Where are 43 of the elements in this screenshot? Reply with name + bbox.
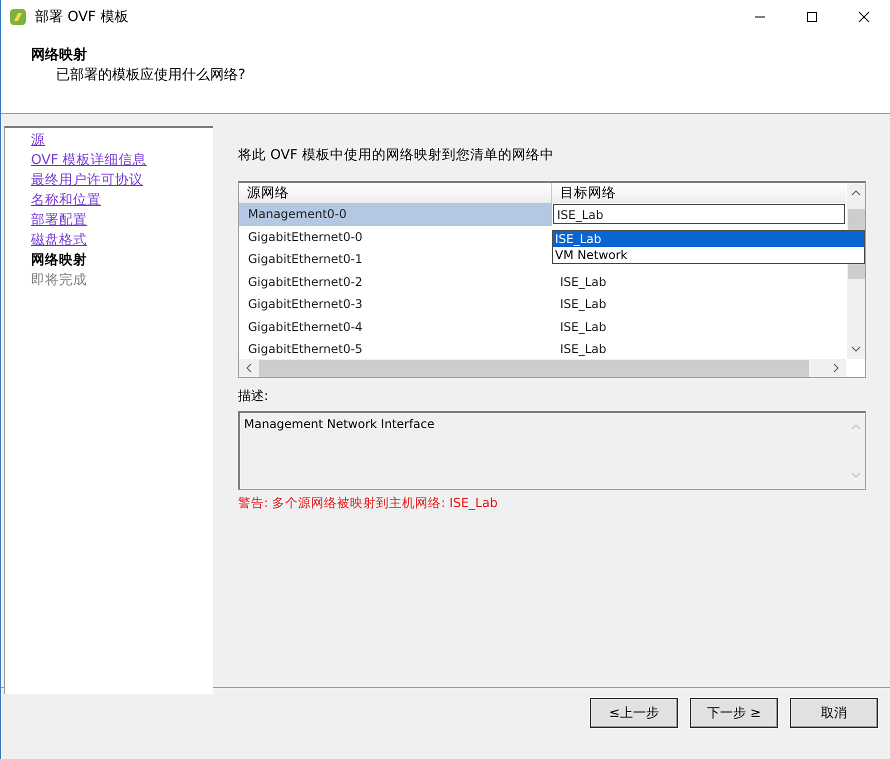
step-link[interactable]: 最终用户许可协议 xyxy=(31,170,143,190)
instruction-text: 将此 OVF 模板中使用的网络映射到您清单的网络中 xyxy=(238,146,555,164)
scroll-up-icon xyxy=(851,189,861,197)
wizard-button[interactable]: 取消 xyxy=(790,698,878,728)
dropdown-option[interactable]: VM Network xyxy=(553,247,864,263)
step-link[interactable]: 名称和位置 xyxy=(31,190,101,210)
table-cell[interactable]: GigabitEthernet0-0 xyxy=(239,226,552,248)
step-link[interactable]: 磁盘格式 xyxy=(31,230,87,250)
table-cell[interactable]: ISE_Lab xyxy=(552,270,846,293)
scroll-right-icon xyxy=(832,363,840,373)
table-cell[interactable]: ISE_Lab xyxy=(552,293,846,316)
scroll-down-icon xyxy=(851,471,861,479)
horizontal-scrollbar[interactable] xyxy=(239,359,846,377)
scroll-down-icon xyxy=(851,345,861,353)
table-cell[interactable]: GigabitEthernet0-4 xyxy=(239,316,552,338)
pending-step: 即将完成 xyxy=(31,270,87,290)
close-icon xyxy=(858,11,870,23)
dropdown-option[interactable]: ISE_Lab xyxy=(553,231,864,247)
wizard-button[interactable]: ≤上一步 xyxy=(590,698,678,728)
step-link[interactable]: 部署配置 xyxy=(31,210,87,230)
table-cell[interactable]: Management0-0 xyxy=(239,203,552,226)
page-subtitle: 已部署的模板应使用什么网络? xyxy=(56,66,246,84)
network-combo-field[interactable]: ISE_Lab xyxy=(553,204,845,224)
table-cell[interactable]: GigabitEthernet0-5 xyxy=(239,338,552,360)
description-label: 描述: xyxy=(238,388,270,405)
scroll-up-icon xyxy=(851,423,861,431)
wizard-button[interactable]: 下一步 ≥ xyxy=(690,698,778,728)
current-step: 网络映射 xyxy=(31,250,87,270)
table-cell[interactable]: GigabitEthernet0-1 xyxy=(239,248,552,270)
table-cell[interactable]: GigabitEthernet0-2 xyxy=(239,270,552,293)
table-cell[interactable]: GigabitEthernet0-3 xyxy=(239,293,552,316)
step-link[interactable]: OVF 模板详细信息 xyxy=(31,150,147,170)
page-heading: 网络映射 xyxy=(31,46,88,64)
column-header[interactable]: 目标网络 xyxy=(552,183,846,203)
scroll-left-icon xyxy=(245,363,253,373)
warning-text: 警告: 多个源网络被映射到主机网络: ISE_Lab xyxy=(238,495,499,512)
table-cell[interactable]: ISE_Lab xyxy=(552,338,846,360)
window-title: 部署 OVF 模板 xyxy=(35,8,128,26)
app-logo-icon xyxy=(9,8,27,26)
step-link[interactable]: 源 xyxy=(31,130,45,150)
maximize-icon xyxy=(806,11,818,23)
table-cell[interactable]: ISE_Lab xyxy=(552,316,846,338)
description-text: Management Network Interface xyxy=(243,416,436,433)
